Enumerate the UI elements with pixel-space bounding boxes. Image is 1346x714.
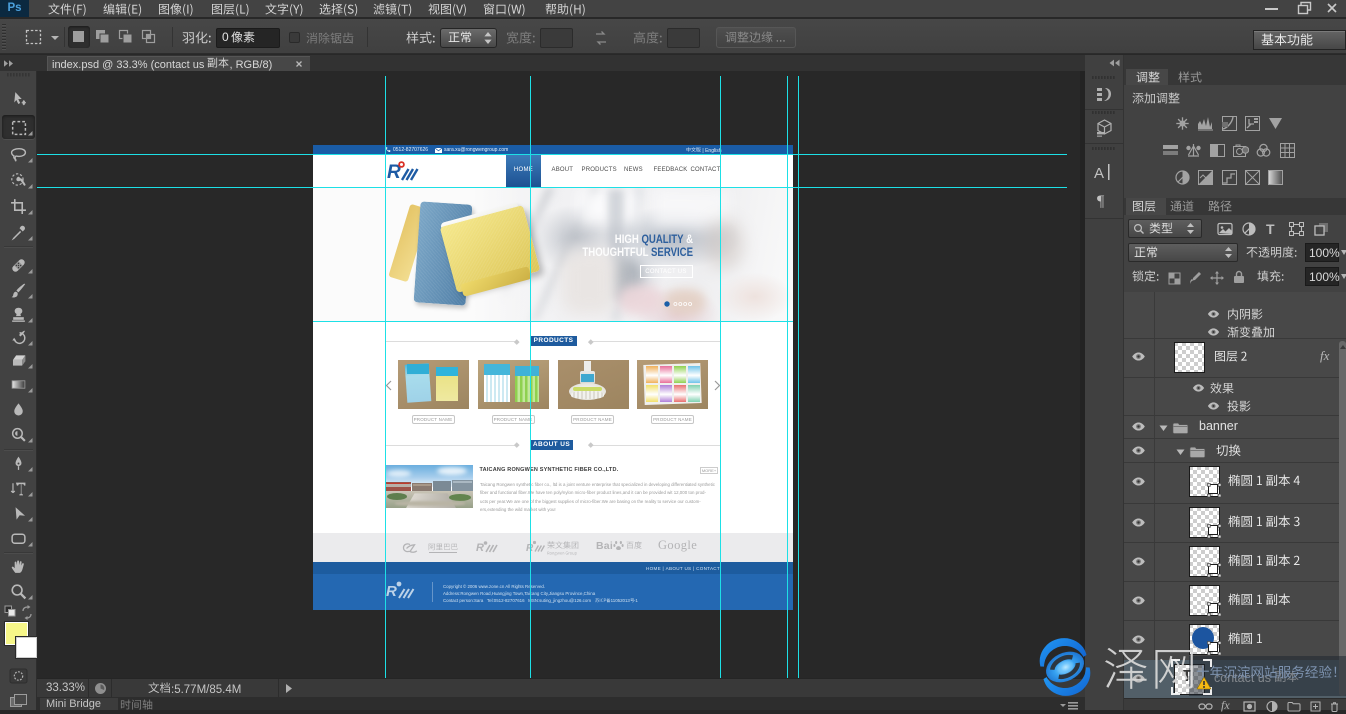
svg-text:R: R — [386, 583, 397, 600]
svg-text:¶: ¶ — [1097, 193, 1105, 209]
svg-text:A: A — [1094, 165, 1104, 181]
svg-text:R: R — [476, 542, 484, 554]
